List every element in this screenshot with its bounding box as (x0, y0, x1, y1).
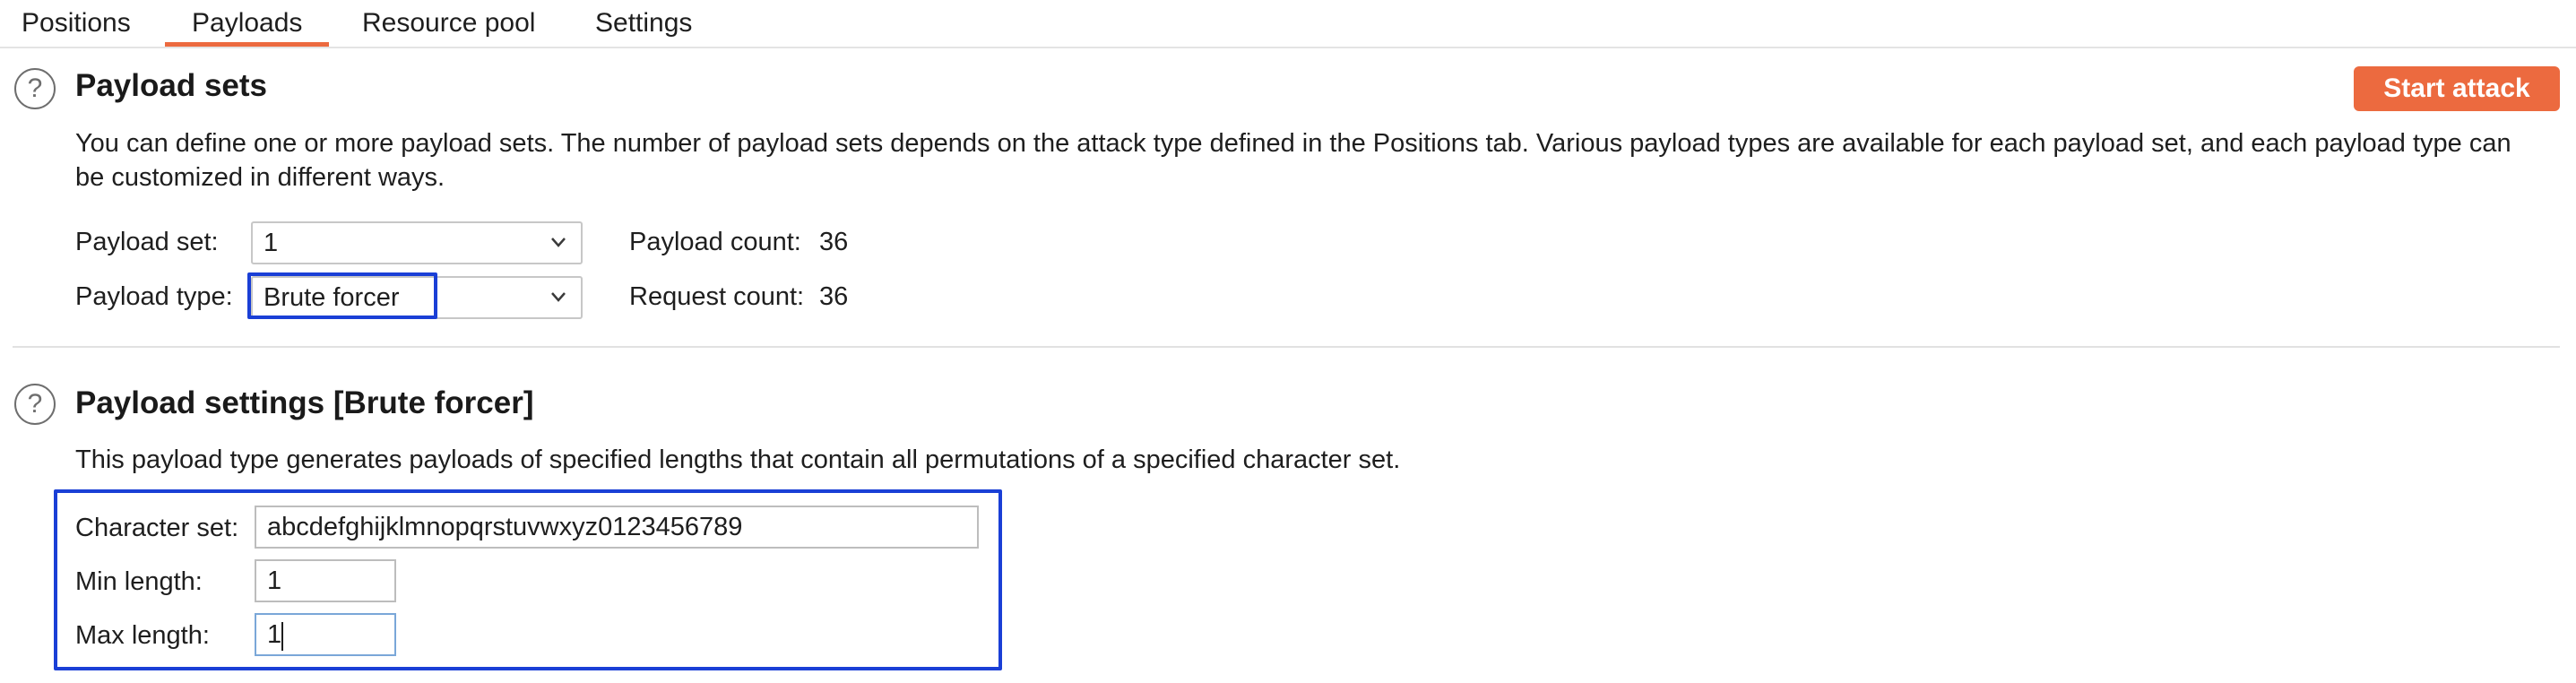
payload-type-label: Payload type: (75, 282, 233, 311)
payload-count-value: 36 (819, 228, 849, 256)
min-length-field[interactable] (255, 559, 396, 602)
chevron-down-icon (551, 238, 566, 247)
tab-resource-pool[interactable]: Resource pool (362, 0, 535, 47)
request-count-label: Request count: (629, 282, 805, 311)
payload-count-label: Payload count: (629, 228, 801, 256)
character-set-label: Character set: (75, 514, 239, 542)
min-length-label: Min length: (75, 567, 203, 596)
character-set-input[interactable] (256, 507, 977, 547)
min-length-input[interactable] (256, 561, 394, 601)
payload-settings-description: This payload type generates payloads of … (75, 445, 1401, 474)
payload-settings-help-icon[interactable]: ? (14, 384, 56, 425)
payload-set-value: 1 (264, 229, 279, 257)
payload-sets-title: Payload sets (75, 68, 267, 103)
payload-set-select[interactable]: 1 (251, 221, 583, 264)
payload-type-highlight (247, 272, 437, 319)
request-count-value: 36 (819, 282, 849, 311)
max-length-label: Max length: (75, 621, 210, 650)
start-attack-button[interactable]: Start attack (2354, 66, 2560, 111)
text-caret (281, 622, 283, 651)
chevron-down-icon (551, 292, 566, 302)
character-set-field[interactable] (255, 506, 979, 549)
max-length-field[interactable] (255, 613, 396, 656)
payload-sets-help-icon[interactable]: ? (14, 68, 56, 109)
tab-positions[interactable]: Positions (22, 0, 131, 47)
tab-bar: Positions Payloads Resource pool Setting… (0, 0, 2576, 48)
section-divider (13, 346, 2560, 348)
payload-settings-title: Payload settings [Brute forcer] (75, 385, 534, 420)
max-length-input[interactable] (256, 615, 394, 654)
tab-settings[interactable]: Settings (595, 0, 692, 47)
payload-sets-description: You can define one or more payload sets.… (75, 129, 2511, 192)
payload-set-label: Payload set: (75, 228, 219, 256)
tab-payloads[interactable]: Payloads (165, 0, 330, 47)
